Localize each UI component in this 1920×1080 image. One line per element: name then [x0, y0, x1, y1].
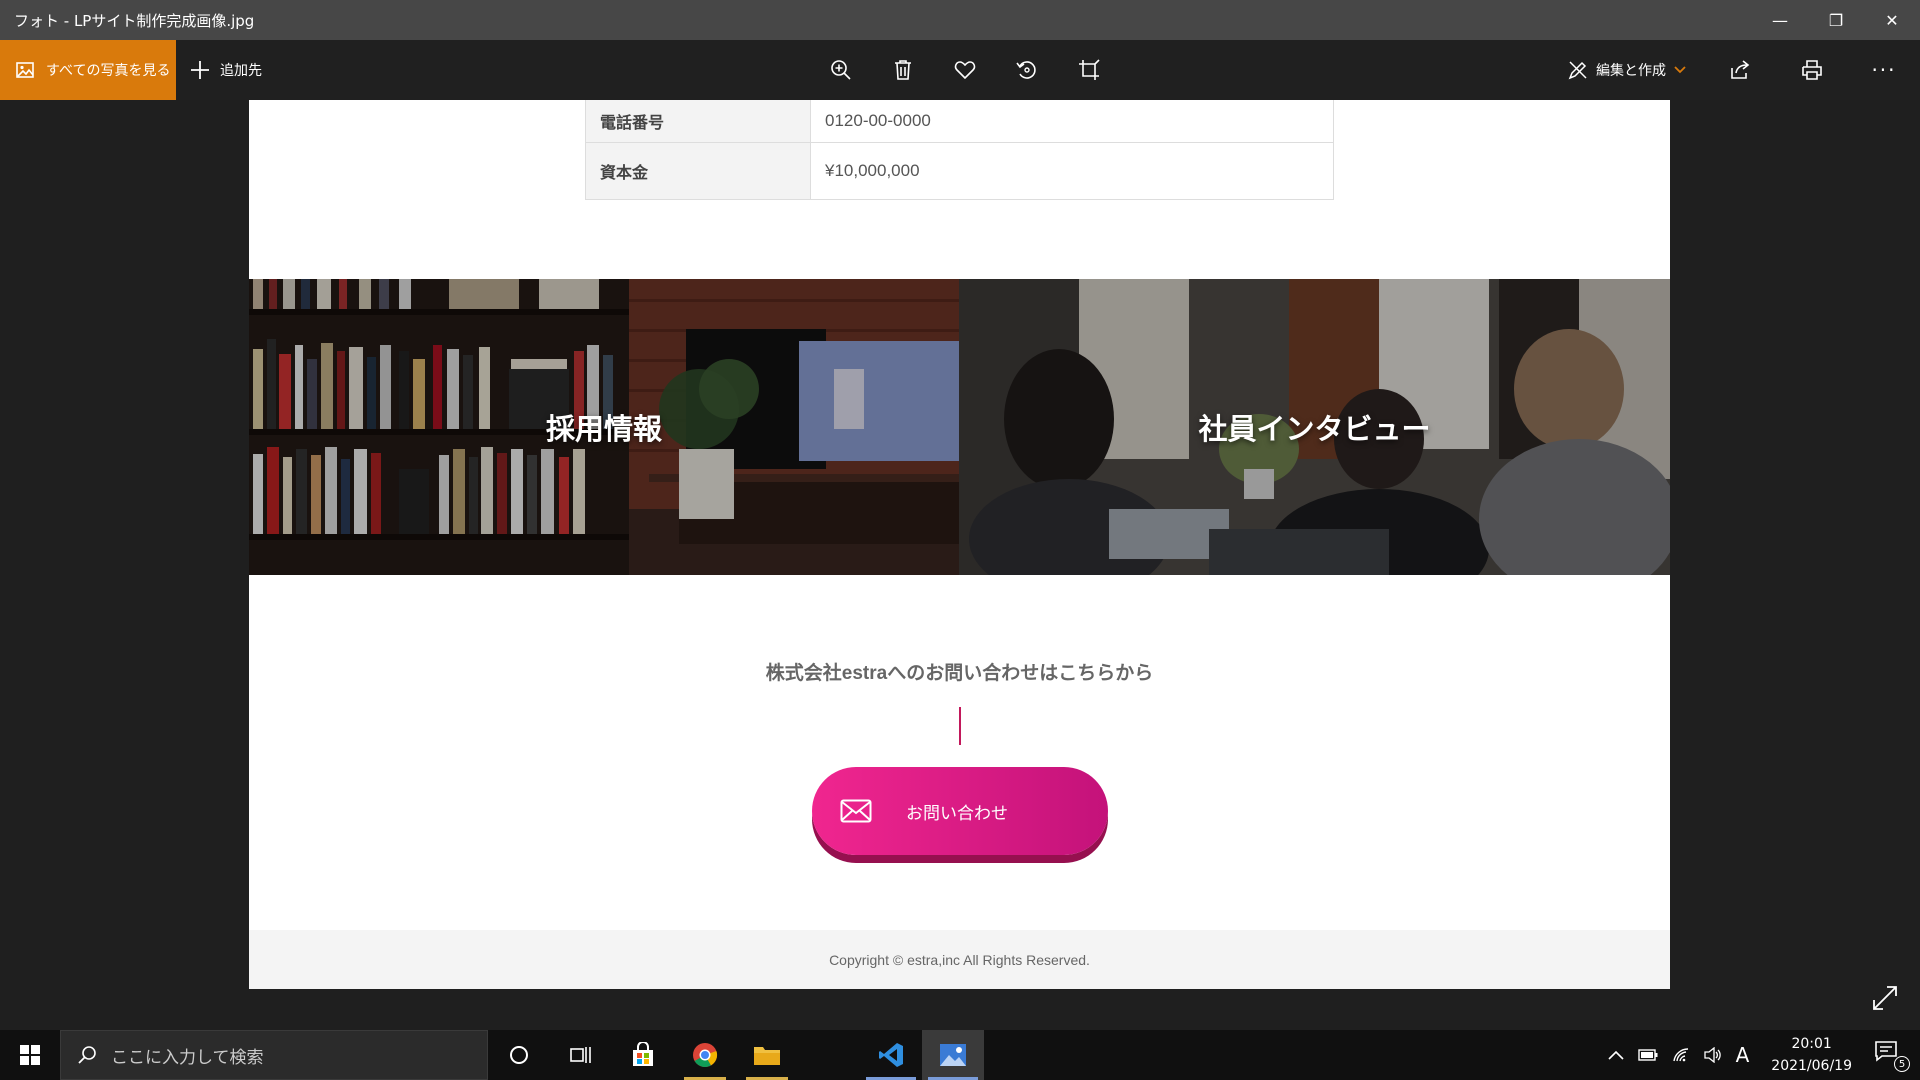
- vscode-button[interactable]: [860, 1030, 922, 1080]
- divider-line: [959, 707, 961, 745]
- cortana-icon: [509, 1045, 529, 1065]
- table-row: 資本金 ¥10,000,000: [585, 141, 1334, 200]
- volume-icon[interactable]: [1703, 1047, 1722, 1063]
- banner-row: 採用情報 社員インタビュー: [249, 279, 1670, 575]
- vscode-icon: [878, 1042, 904, 1068]
- folder-icon: [753, 1043, 781, 1067]
- notification-center-button[interactable]: 5: [1874, 1040, 1910, 1072]
- printer-icon: [1801, 60, 1823, 80]
- system-tray: A 20:01 2021/06/19 5: [1608, 1030, 1920, 1080]
- chevron-down-icon: [1674, 66, 1686, 74]
- start-button[interactable]: [0, 1030, 60, 1080]
- clock[interactable]: 20:01 2021/06/19: [1763, 1033, 1860, 1077]
- print-button[interactable]: [1776, 40, 1848, 100]
- close-button[interactable]: ✕: [1864, 0, 1920, 40]
- interview-banner: 社員インタビュー: [959, 279, 1670, 575]
- photos-toolbar: すべての写真を見る 追加先 編集と作成 ···: [0, 40, 1920, 100]
- crop-button[interactable]: [1058, 40, 1120, 100]
- taskbar-empty-slot: [798, 1030, 860, 1080]
- share-icon: [1729, 60, 1751, 80]
- battery-icon[interactable]: [1637, 1049, 1658, 1061]
- contact-button[interactable]: お問い合わせ: [812, 767, 1108, 855]
- heart-icon: [954, 60, 976, 80]
- footer: Copyright © estra,inc All Rights Reserve…: [249, 930, 1670, 989]
- edit-create-label: 編集と作成: [1596, 63, 1666, 79]
- info-label-capital: 資本金: [585, 141, 811, 200]
- trash-icon: [893, 59, 913, 81]
- rotate-icon: [1016, 59, 1038, 81]
- windows-logo-icon: [20, 1045, 40, 1065]
- title-bar: フォト - LPサイト制作完成画像.jpg — ❐ ✕: [0, 0, 1920, 40]
- info-value-capital: ¥10,000,000: [810, 141, 1334, 200]
- photo-canvas: 電話番号 0120-00-0000 資本金 ¥10,000,000 採用情報 社…: [249, 100, 1670, 989]
- right-tools: 編集と作成 ···: [1550, 40, 1920, 100]
- wifi-icon[interactable]: [1672, 1047, 1690, 1063]
- more-button[interactable]: ···: [1848, 40, 1920, 100]
- notification-count: 5: [1894, 1056, 1910, 1072]
- cortana-button[interactable]: [488, 1030, 550, 1080]
- expand-icon: [1872, 985, 1902, 1011]
- clock-time: 20:01: [1791, 1036, 1832, 1052]
- edit-pen-icon: [1568, 60, 1588, 80]
- interview-banner-label[interactable]: 社員インタビュー: [1198, 406, 1430, 448]
- add-to-button[interactable]: 追加先: [176, 60, 262, 80]
- photos-app-icon: [939, 1043, 967, 1067]
- ime-indicator[interactable]: A: [1736, 1043, 1750, 1067]
- window-title: フォト - LPサイト制作完成画像.jpg: [14, 11, 255, 30]
- edit-create-button[interactable]: 編集と作成: [1550, 60, 1704, 80]
- all-photos-label: すべての写真を見る: [46, 63, 171, 79]
- add-to-label: 追加先: [220, 63, 262, 79]
- store-button[interactable]: [612, 1030, 674, 1080]
- search-placeholder: ここに入力して検索: [111, 1047, 264, 1068]
- favorite-button[interactable]: [934, 40, 996, 100]
- rotate-button[interactable]: [996, 40, 1058, 100]
- restore-button[interactable]: ❐: [1808, 0, 1864, 40]
- minimize-button[interactable]: —: [1752, 0, 1808, 40]
- crop-icon: [1078, 59, 1100, 81]
- taskbar: ここに入力して検索 A 20:01 2021/06/19 5: [0, 1030, 1920, 1080]
- share-button[interactable]: [1704, 40, 1776, 100]
- clock-date: 2021/06/19: [1771, 1058, 1852, 1074]
- info-label-phone: 電話番号: [585, 100, 811, 143]
- photo-icon: [16, 62, 34, 78]
- company-info-table: 電話番号 0120-00-0000 資本金 ¥10,000,000: [585, 100, 1334, 200]
- file-explorer-button[interactable]: [736, 1030, 798, 1080]
- recruit-banner: 採用情報: [249, 279, 959, 575]
- photos-app-button[interactable]: [922, 1030, 984, 1080]
- copyright-text: Copyright © estra,inc All Rights Reserve…: [829, 951, 1090, 968]
- zoom-button[interactable]: [810, 40, 872, 100]
- task-view-button[interactable]: [550, 1030, 612, 1080]
- info-value-phone: 0120-00-0000: [810, 100, 1334, 143]
- chrome-button[interactable]: [674, 1030, 736, 1080]
- chevron-up-icon[interactable]: [1608, 1050, 1624, 1060]
- zoom-in-icon: [830, 59, 852, 81]
- plus-icon: [190, 60, 210, 80]
- fullscreen-button[interactable]: [1872, 985, 1902, 1015]
- contact-heading: 株式会社estraへのお問い合わせはこちらから: [765, 663, 1154, 684]
- taskbar-search[interactable]: ここに入力して検索: [60, 1030, 488, 1080]
- chrome-icon: [692, 1042, 718, 1068]
- all-photos-button[interactable]: すべての写真を見る: [0, 40, 176, 100]
- task-view-icon: [570, 1045, 592, 1065]
- search-icon: [77, 1045, 97, 1065]
- center-tools: [810, 40, 1120, 100]
- delete-button[interactable]: [872, 40, 934, 100]
- store-icon: [630, 1042, 656, 1068]
- table-row: 電話番号 0120-00-0000: [585, 100, 1334, 143]
- recruit-banner-label[interactable]: 採用情報: [546, 406, 662, 448]
- contact-button-label: お問い合わせ: [906, 803, 1008, 823]
- mail-icon: [840, 799, 872, 823]
